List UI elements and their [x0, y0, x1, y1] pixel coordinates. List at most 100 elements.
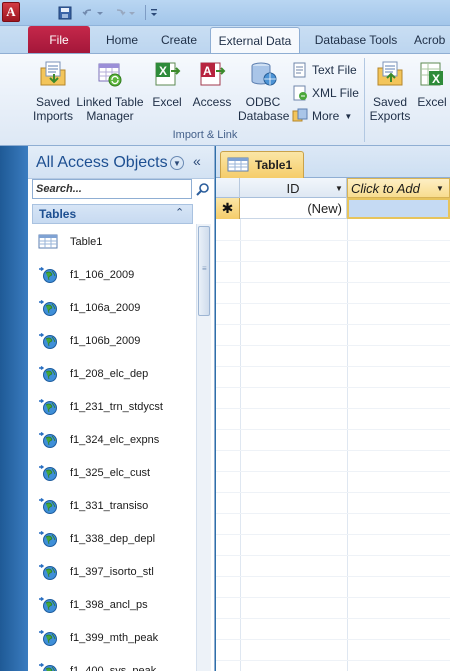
linked-table-globe-icon [39, 465, 57, 481]
tables-section-header[interactable]: Tables ⌃ [32, 204, 193, 224]
nav-item-label: f1_399_mth_peak [70, 632, 159, 644]
linked-table-globe-icon [39, 630, 57, 646]
xml-file-icon [293, 85, 307, 101]
tab-home[interactable]: Home [96, 27, 148, 53]
excel-export-label: Excel [417, 95, 447, 109]
import-access-button[interactable]: A Access [190, 58, 234, 109]
nav-item-table[interactable]: f1_325_elc_cust [32, 457, 193, 490]
tables-section-title: Tables [39, 207, 77, 221]
nav-item-table[interactable]: Table1 [32, 226, 193, 259]
access-app-icon[interactable]: A [2, 2, 20, 22]
nav-item-label: f1_106b_2009 [70, 335, 141, 347]
saved-exports-label: Saved Exports [369, 95, 411, 123]
linked-table-globe-icon [39, 399, 57, 415]
nav-item-table[interactable]: f1_106b_2009 [32, 325, 193, 358]
nav-item-table[interactable]: f1_331_transiso [32, 490, 193, 523]
nav-item-table[interactable]: f1_324_elc_expns [32, 424, 193, 457]
text-file-icon [293, 62, 306, 78]
linked-table-globe-icon [39, 531, 57, 547]
nav-item-table[interactable]: f1_398_ancl_ps [32, 589, 193, 622]
nav-item-table[interactable]: f1_399_mth_peak [32, 622, 193, 655]
nav-item-label: f1_325_elc_cust [70, 467, 151, 479]
nav-item-label: f1_397_isorto_stl [70, 566, 154, 578]
grid-line [216, 576, 450, 577]
nav-item-table[interactable]: f1_397_isorto_stl [32, 556, 193, 589]
table-icon [38, 234, 58, 249]
column-id-chevron-down-icon[interactable]: ▼ [335, 184, 343, 193]
export-excel-button[interactable]: X Excel [414, 58, 450, 109]
linked-table-globe-icon [39, 300, 57, 316]
nav-item-table[interactable]: f1_400_sys_peak [32, 655, 193, 671]
saved-exports-button[interactable]: Saved Exports [368, 58, 412, 123]
grid-line [216, 639, 450, 640]
nav-item-table[interactable]: f1_106_2009 [32, 259, 193, 292]
nav-item-table[interactable]: f1_208_elc_dep [32, 358, 193, 391]
xml-file-button[interactable]: XML File [292, 83, 359, 103]
linked-table-manager-button[interactable]: Linked Table Manager [76, 58, 144, 123]
nav-item-label: f1_338_dep_depl [70, 533, 156, 545]
nav-item-label: f1_324_elc_expns [70, 434, 160, 446]
saved-imports-button[interactable]: Saved Imports [30, 58, 76, 123]
new-record-marker[interactable]: ✱ [216, 198, 240, 219]
section-collapse-icon[interactable]: ⌃ [175, 206, 184, 219]
more-button[interactable]: More ▼ [292, 106, 352, 126]
column-header-id[interactable]: ID [240, 178, 347, 198]
save-icon[interactable] [56, 3, 74, 22]
nav-item-table[interactable]: f1_231_trn_stdycst [32, 391, 193, 424]
column-add-chevron-down-icon[interactable]: ▼ [436, 184, 444, 193]
text-file-button[interactable]: Text File [292, 60, 357, 80]
document-tab-strip: Table1 [216, 146, 450, 178]
new-record-id-cell[interactable]: (New) [240, 198, 347, 219]
tab-create[interactable]: Create [152, 27, 206, 53]
column-header-click-to-add[interactable]: Click to Add [347, 178, 450, 198]
nav-scrollbar-thumb[interactable]: ≡ [198, 226, 210, 316]
document-tab-table1[interactable]: Table1 [220, 151, 304, 178]
linked-table-globe-icon [39, 366, 57, 382]
odbc-database-icon [248, 58, 278, 90]
select-all-cell[interactable] [216, 178, 240, 198]
linked-table-globe-icon [39, 564, 57, 580]
new-record-add-cell[interactable] [347, 198, 450, 219]
undo-icon[interactable] [80, 3, 106, 22]
redo-icon[interactable] [112, 3, 138, 22]
grid-line [216, 282, 450, 283]
tab-database-tools[interactable]: Database Tools [306, 27, 406, 53]
customize-qat-icon[interactable] [149, 3, 159, 22]
nav-pane-menu-chevron-down-icon[interactable]: ▼ [170, 156, 184, 170]
search-icon[interactable] [196, 182, 210, 196]
grid-line [216, 261, 450, 262]
excel-label: Excel [152, 95, 182, 109]
nav-pane-title[interactable]: All Access Objects [36, 154, 168, 172]
grid-line [216, 492, 450, 493]
tab-file[interactable]: File [28, 26, 90, 53]
nav-item-table[interactable]: f1_338_dep_depl [32, 523, 193, 556]
grid-line [216, 450, 450, 451]
grid-line [216, 408, 450, 409]
grid-line [216, 324, 450, 325]
grid-line [216, 240, 450, 241]
nav-item-label: f1_398_ancl_ps [70, 599, 148, 611]
grid-line [216, 366, 450, 367]
grid-line [216, 597, 450, 598]
linked-table-manager-icon [95, 58, 125, 90]
nav-pane-header[interactable]: All Access Objects ▼ « [28, 146, 214, 179]
scroll-grip-icon: ≡ [202, 264, 207, 273]
desktop-background [0, 146, 28, 671]
tab-external-data[interactable]: External Data [210, 27, 300, 54]
grid-line [216, 345, 450, 346]
import-excel-button[interactable]: X Excel [148, 58, 186, 109]
nav-scrollbar[interactable]: ≡ [196, 224, 211, 671]
svg-text:X: X [159, 64, 167, 78]
shutter-bar-collapse-icon[interactable]: « [193, 153, 201, 169]
grid-line [216, 303, 450, 304]
grid-line [216, 387, 450, 388]
tab-acrobat[interactable]: Acrob [414, 27, 450, 53]
svg-text:X: X [432, 72, 440, 86]
text-file-label: Text File [312, 63, 357, 77]
nav-item-table[interactable]: f1_106a_2009 [32, 292, 193, 325]
datasheet-header-row: ID ▼ Click to Add ▼ [216, 178, 450, 198]
nav-table-list: Table1 f1_106_2009 f1_106a_2009 f1_106b_200… [32, 226, 193, 671]
grid-line [347, 219, 348, 671]
nav-search-input[interactable] [32, 179, 192, 199]
odbc-database-button[interactable]: ODBC Database [238, 58, 289, 123]
